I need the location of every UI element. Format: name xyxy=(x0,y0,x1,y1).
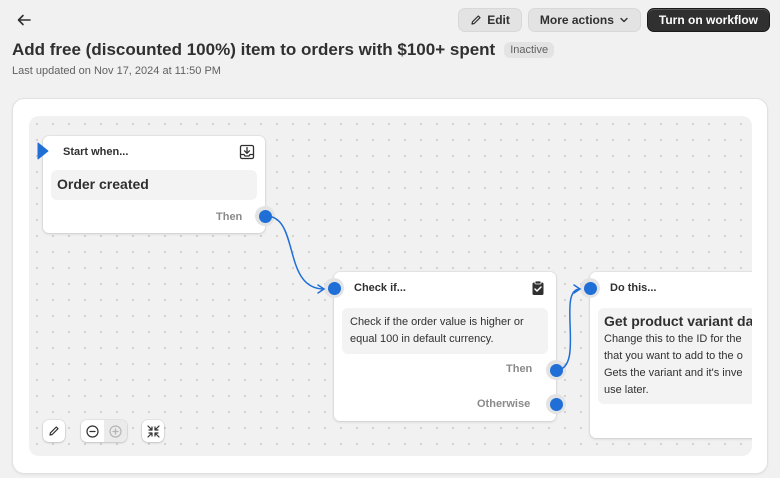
edit-tool-button[interactable] xyxy=(43,420,65,442)
condition-then-port[interactable] xyxy=(546,360,566,380)
condition-then-label: Then xyxy=(506,363,533,375)
trigger-event-box: Order created xyxy=(51,170,257,200)
fit-view-button[interactable] xyxy=(142,420,164,442)
download-tray-icon xyxy=(239,144,255,160)
port-dot xyxy=(549,397,563,411)
collapse-arrows-icon xyxy=(146,424,160,438)
trigger-then-label: Then xyxy=(216,211,243,223)
chevron-down-icon xyxy=(620,17,628,23)
port-dot xyxy=(549,363,563,377)
action-description-line: use later. xyxy=(604,384,649,396)
workflow-canvas[interactable]: Start when... Order created Then Check i… xyxy=(29,116,752,456)
page-title: Add free (discounted 100%) item to order… xyxy=(12,40,496,59)
trigger-then-port[interactable] xyxy=(255,206,275,226)
last-updated-text: Last updated on Nov 17, 2024 at 11:50 PM xyxy=(12,65,221,77)
condition-node-heading: Check if... xyxy=(354,282,406,294)
condition-input-port[interactable] xyxy=(324,278,344,298)
more-actions-label: More actions xyxy=(539,13,614,27)
condition-otherwise-port[interactable] xyxy=(546,394,566,414)
action-description-line: Change this to the ID for the xyxy=(604,333,742,345)
clipboard-check-icon xyxy=(532,280,544,295)
pencil-icon xyxy=(49,426,59,436)
condition-otherwise-label: Otherwise xyxy=(477,398,531,410)
turn-on-workflow-button[interactable]: Turn on workflow xyxy=(646,8,770,32)
zoom-out-icon xyxy=(86,424,99,438)
action-description-line: that you want to add to the o xyxy=(604,350,743,362)
status-badge: Inactive xyxy=(504,42,555,58)
edit-button-label: Edit xyxy=(487,13,510,27)
action-description-line: Gets the variant and it's inve xyxy=(604,367,743,379)
action-input-port[interactable] xyxy=(580,278,600,298)
trigger-node[interactable]: Start when... Order created Then xyxy=(43,136,265,233)
more-actions-button[interactable]: More actions xyxy=(527,8,641,32)
arrow-left-icon xyxy=(17,14,31,26)
zoom-in-button[interactable] xyxy=(104,420,127,442)
edit-button[interactable]: Edit xyxy=(458,8,522,32)
action-content-box: Get product variant da Change this to th… xyxy=(598,308,752,404)
back-button[interactable] xyxy=(12,8,36,32)
pencil-icon xyxy=(471,15,481,25)
zoom-controls xyxy=(81,420,127,442)
port-dot xyxy=(327,281,341,295)
title-row: Add free (discounted 100%) item to order… xyxy=(12,40,555,60)
trigger-node-heading: Start when... xyxy=(63,146,129,158)
zoom-out-button[interactable] xyxy=(81,420,104,442)
condition-description-box: Check if the order value is higher or eq… xyxy=(342,308,548,354)
condition-node[interactable]: Check if... Check if the order value is … xyxy=(334,272,556,421)
header-actions: Edit More actions Turn on workflow xyxy=(458,8,770,32)
play-triangle-icon xyxy=(37,142,49,160)
port-dot xyxy=(583,281,597,295)
action-node[interactable]: Do this... Get product variant da Change… xyxy=(590,272,752,438)
action-title: Get product variant da xyxy=(604,313,752,329)
port-dot xyxy=(258,209,272,223)
zoom-in-icon xyxy=(109,424,122,438)
action-node-heading: Do this... xyxy=(610,282,657,294)
